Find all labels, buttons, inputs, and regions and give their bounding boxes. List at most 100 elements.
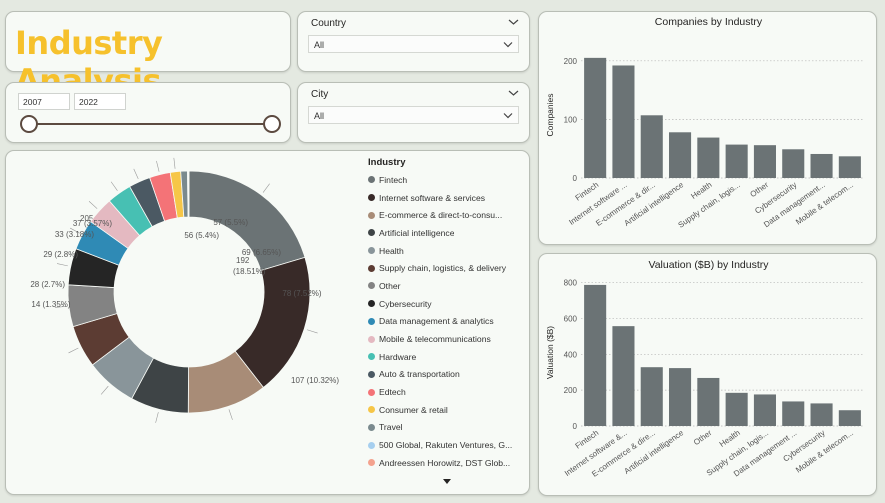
legend-label: Data management & analytics xyxy=(379,316,494,327)
legend-label: Cybersecurity xyxy=(379,298,432,309)
legend-item[interactable]: Consumer & retail xyxy=(368,401,528,419)
bar[interactable] xyxy=(612,65,635,178)
legend-item[interactable]: Supply chain, logistics, & delivery xyxy=(368,259,528,277)
legend-label: Travel xyxy=(379,422,403,433)
data-label-leader xyxy=(307,329,318,334)
country-filter-card: Country All xyxy=(297,11,530,72)
legend-label: Auto & transportation xyxy=(379,369,460,380)
donut-data-label: 107 (10.32%) xyxy=(291,376,339,385)
legend-label: Other xyxy=(379,280,401,291)
slider-track[interactable] xyxy=(28,123,278,125)
legend-color-dot xyxy=(368,176,375,184)
chevron-down-icon[interactable] xyxy=(508,89,519,97)
bar[interactable] xyxy=(782,149,805,178)
donut-data-label: 28 (2.7%) xyxy=(30,280,65,289)
legend-label: Mobile & telecommunications xyxy=(379,334,491,345)
industry-donut-card: 205 (19.77%)192(18.51%)107 (10.32%)78 (7… xyxy=(5,150,530,495)
data-label-leader xyxy=(88,201,98,209)
legend-item[interactable]: Artificial intelligence xyxy=(368,224,528,242)
country-dropdown[interactable]: All xyxy=(308,35,519,53)
chart-title: Valuation ($B) by Industry xyxy=(648,259,769,271)
bar[interactable] xyxy=(753,145,776,178)
slider-start-handle[interactable] xyxy=(20,115,38,133)
data-label-leader xyxy=(110,181,118,191)
chevron-down-icon[interactable] xyxy=(508,18,519,26)
bar[interactable] xyxy=(697,137,720,178)
legend-color-dot xyxy=(368,335,375,343)
legend-item[interactable]: E-commerce & direct-to-consu... xyxy=(368,206,528,224)
legend-item[interactable]: Cybersecurity xyxy=(368,295,528,313)
start-year-input[interactable]: 2007 xyxy=(18,93,70,110)
chevron-down-icon xyxy=(503,42,513,48)
legend-item[interactable]: Health xyxy=(368,242,528,260)
bar[interactable] xyxy=(725,392,748,426)
x-tick-label: Other xyxy=(749,180,771,199)
legend-label: Andreessen Horowitz, DST Glob... xyxy=(379,457,511,468)
x-tick-label: Other xyxy=(692,428,714,447)
data-label-leader xyxy=(133,168,139,179)
legend-item[interactable]: Travel xyxy=(368,419,528,437)
legend-item[interactable]: Internet software & services xyxy=(368,189,528,207)
donut-slice[interactable] xyxy=(187,170,190,218)
legend-item[interactable]: Mobile & telecommunications xyxy=(368,330,528,348)
legend-item[interactable]: Data management & analytics xyxy=(368,313,528,331)
legend-label: E-commerce & direct-to-consu... xyxy=(379,210,503,221)
legend-item[interactable]: Other xyxy=(368,277,528,295)
legend-color-dot xyxy=(368,247,375,255)
city-filter-label: City xyxy=(311,89,329,100)
legend-scroll-down-icon[interactable] xyxy=(443,479,451,485)
bar[interactable] xyxy=(810,153,833,178)
y-tick-label: 0 xyxy=(573,422,578,431)
bar[interactable] xyxy=(584,284,607,426)
y-tick-label: 600 xyxy=(564,314,578,323)
city-dropdown[interactable]: All xyxy=(308,106,519,124)
donut-data-label: 33 (3.18%) xyxy=(55,230,94,239)
bar[interactable] xyxy=(838,156,861,178)
industry-donut-chart[interactable]: 205 (19.77%)192(18.51%)107 (10.32%)78 (7… xyxy=(6,151,366,496)
legend-item[interactable]: Hardware xyxy=(368,348,528,366)
valuation-bar-chart[interactable]: Valuation ($B) by Industry Valuation ($B)… xyxy=(539,254,878,497)
legend-label: Fintech xyxy=(379,174,408,185)
legend-color-dot xyxy=(368,441,375,449)
chart-title: Companies by Industry xyxy=(655,16,763,28)
legend-color-dot xyxy=(368,317,375,325)
country-dropdown-value: All xyxy=(314,40,325,50)
bar[interactable] xyxy=(838,410,861,426)
city-filter-card: City All xyxy=(297,82,530,143)
legend-color-dot xyxy=(368,282,375,290)
bar[interactable] xyxy=(725,144,748,178)
donut-data-label: 29 (2.8%) xyxy=(43,250,78,259)
legend-item[interactable]: Auto & transportation xyxy=(368,366,528,384)
bar[interactable] xyxy=(669,132,692,178)
data-label-leader xyxy=(68,347,79,354)
donut-data-label: 57 (5.5%) xyxy=(213,218,248,227)
data-label-leader xyxy=(155,412,159,423)
bar[interactable] xyxy=(669,368,692,426)
legend-item[interactable]: Fintech xyxy=(368,171,528,189)
legend-color-dot xyxy=(368,370,375,378)
bar[interactable] xyxy=(782,401,805,426)
companies-bar-chart[interactable]: Companies by IndustryCompanies0100200Fin… xyxy=(539,12,878,246)
bar[interactable] xyxy=(753,394,776,426)
legend-item[interactable]: Edtech xyxy=(368,383,528,401)
companies-by-industry-card: Companies by Industry Companies 0 100 200 Fin… xyxy=(538,11,877,245)
bar[interactable] xyxy=(612,326,635,426)
y-tick-label: 200 xyxy=(564,57,578,66)
legend-item[interactable]: 500 Global, Rakuten Ventures, G... xyxy=(368,436,528,454)
legend-label: Artificial intelligence xyxy=(379,227,455,238)
bar[interactable] xyxy=(810,403,833,426)
bar[interactable] xyxy=(584,57,607,178)
slider-end-handle[interactable] xyxy=(263,115,281,133)
legend-color-dot xyxy=(368,194,375,202)
legend-color-dot xyxy=(368,300,375,308)
legend-label: 500 Global, Rakuten Ventures, G... xyxy=(379,440,513,451)
city-dropdown-value: All xyxy=(314,111,325,121)
legend-item[interactable]: Andreessen Horowitz, DST Glob... xyxy=(368,454,528,472)
y-tick-label: 400 xyxy=(564,350,578,359)
year-slider-card: 2007 2022 xyxy=(5,82,291,143)
bar[interactable] xyxy=(640,115,663,178)
bar[interactable] xyxy=(640,367,663,426)
bar[interactable] xyxy=(697,377,720,426)
end-year-input[interactable]: 2022 xyxy=(74,93,126,110)
legend-color-dot xyxy=(368,229,375,237)
